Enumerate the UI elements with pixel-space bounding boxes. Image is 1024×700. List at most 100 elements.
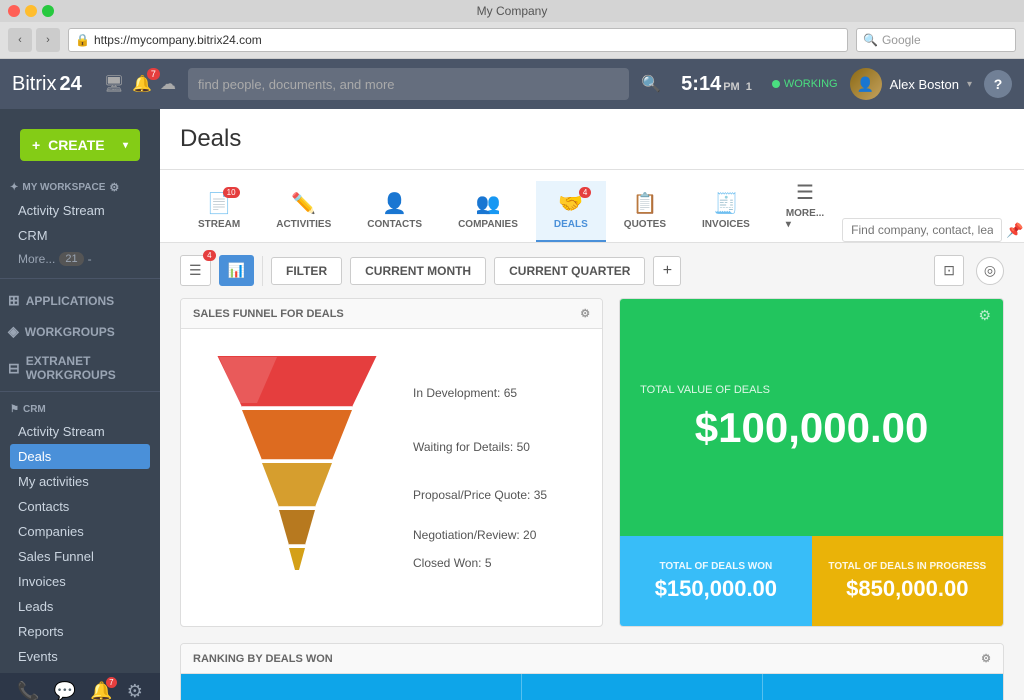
funnel-label-0: In Development: 65 [413, 386, 586, 400]
deals-inprogress-panel: TOTAL OF DEALS IN PROGRESS $850,000.00 [812, 536, 1003, 626]
applications-icon: ⊞ [8, 292, 20, 309]
global-search-icon[interactable]: 🔍 [641, 74, 661, 94]
total-value-panel: TOTAL VALUE OF DEALS $100,000.00 ⚙ TOTAL… [619, 298, 1004, 627]
ranking-panel: RANKING BY DEALS WON ⚙ You rank #2 total… [180, 643, 1004, 700]
page-title: Deals [180, 125, 1004, 153]
close-dot[interactable] [8, 5, 20, 17]
sidebar-item-reports[interactable]: Reports [10, 619, 150, 644]
sidebar-more-workspace[interactable]: More... 21 - [10, 248, 150, 270]
ranking-content: You rank #2 total $50,000.00 #1 total $7… [181, 674, 1003, 700]
workspace-gear-icon[interactable]: ⚙ [109, 181, 119, 194]
current-quarter-button[interactable]: CURRENT QUARTER [494, 257, 645, 285]
funnel-svg [197, 345, 397, 605]
add-filter-button[interactable]: + [653, 256, 681, 286]
quotes-icon: 📋 [632, 191, 657, 216]
pin-icon[interactable]: 📌 [1006, 222, 1023, 239]
tab-companies[interactable]: 👥 COMPANIES [440, 181, 536, 242]
funnel-label-4: Closed Won: 5 [413, 556, 586, 570]
logo: Bitrix 24 [12, 73, 82, 96]
sidebar-footer: 📞 💬 🔔7 ⚙ [0, 673, 160, 700]
browser-title: My Company [477, 4, 548, 18]
invoices-icon: 🧾 [713, 191, 738, 216]
tabs-bar: 📄10 STREAM ✏️ ACTIVITIES 👤 CONTACTS 👥 CO… [160, 170, 1024, 243]
companies-icon: 👥 [476, 191, 501, 216]
more-icon: ☰ [796, 180, 814, 205]
top-navbar: Bitrix 24 🖥 🔔7 ☁ 🔍 5:14 PM 1 WORKING 👤 [0, 59, 1024, 109]
maximize-dot[interactable] [42, 5, 54, 17]
total-value-gear-icon[interactable]: ⚙ [978, 307, 991, 324]
tab-quotes[interactable]: 📋 QUOTES [606, 181, 684, 242]
chart-view-button[interactable]: 📊 [219, 255, 254, 286]
sidebar-item-contacts[interactable]: Contacts [10, 494, 150, 519]
browser-search[interactable]: 🔍 Google [856, 28, 1016, 52]
chat-icon[interactable]: 💬 [54, 681, 76, 700]
sidebar: + CREATE ▾ ✦ MY WORKSPACE ⚙ Activity Str… [0, 109, 160, 700]
sidebar-item-leads[interactable]: Leads [10, 594, 150, 619]
rank-3-panel: #3 total $25,000.00 [762, 674, 1003, 700]
sidebar-item-crm-activity[interactable]: Activity Stream [10, 419, 150, 444]
funnel-gear-icon[interactable]: ⚙ [580, 307, 590, 320]
sidebar-item-crm-top[interactable]: CRM [10, 223, 150, 248]
funnel-label-2: Proposal/Price Quote: 35 [413, 488, 586, 502]
sidebar-item-invoices[interactable]: Invoices [10, 569, 150, 594]
ranking-gear-icon[interactable]: ⚙ [981, 652, 991, 665]
tab-deals[interactable]: 🤝4 DEALS [536, 181, 606, 242]
tab-more[interactable]: ☰ MORE... ▾ [768, 170, 842, 242]
dashboard: SALES FUNNEL FOR DEALS ⚙ [160, 298, 1024, 700]
sidebar-workgroups[interactable]: ◈ WORKGROUPS [0, 318, 160, 345]
tab-invoices[interactable]: 🧾 INVOICES [684, 181, 768, 242]
avatar: 👤 [850, 68, 882, 100]
help-button[interactable]: ? [984, 70, 1012, 98]
monitor-icon[interactable]: 🖥 [104, 74, 124, 94]
working-status[interactable]: WORKING [772, 78, 838, 90]
sidebar-item-sales-funnel[interactable]: Sales Funnel [10, 544, 150, 569]
list-view-button[interactable]: ☰4 [180, 255, 211, 286]
minimize-dot[interactable] [25, 5, 37, 17]
rank-1-panel: #1 total $75,000.00 [521, 674, 762, 700]
workspace-section-header: ✦ MY WORKSPACE ⚙ [10, 181, 150, 194]
page-header: Deals [160, 109, 1024, 170]
value-sub-row: TOTAL OF DEALS WON $150,000.00 TOTAL OF … [620, 536, 1003, 626]
extranet-icon: ⊟ [8, 360, 20, 377]
sidebar-item-deals[interactable]: Deals [10, 444, 150, 469]
global-search-input[interactable] [188, 68, 629, 100]
back-button[interactable]: ‹ [8, 28, 32, 52]
tab-activities[interactable]: ✏️ ACTIVITIES [258, 181, 349, 242]
forward-button[interactable]: › [36, 28, 60, 52]
user-profile[interactable]: 👤 Alex Boston ▾ [850, 68, 972, 100]
tab-contacts[interactable]: 👤 CONTACTS [349, 181, 440, 242]
tab-search-input[interactable] [842, 218, 1002, 242]
sidebar-item-events[interactable]: Events [10, 644, 150, 669]
tab-stream[interactable]: 📄10 STREAM [180, 181, 258, 242]
current-month-button[interactable]: CURRENT MONTH [350, 257, 486, 285]
settings-footer-icon[interactable]: ⚙ [127, 681, 143, 700]
funnel-label-1: Waiting for Details: 50 [413, 440, 586, 454]
sidebar-item-activity-stream[interactable]: Activity Stream [10, 198, 150, 223]
filter-bar: ☰4 📊 FILTER CURRENT MONTH CURRENT QUARTE… [160, 243, 1024, 298]
deals-won-panel: TOTAL OF DEALS WON $150,000.00 [620, 536, 811, 626]
crm-section-header: ⚑ CRM [10, 404, 150, 415]
sidebar-extranet[interactable]: ⊟ EXTRANET WORKGROUPS [0, 349, 160, 387]
filter-button[interactable]: FILTER [271, 257, 342, 285]
filter-separator [262, 256, 263, 286]
notification-footer-icon[interactable]: 🔔7 [90, 681, 112, 700]
contacts-icon: 👤 [382, 191, 407, 216]
address-bar[interactable]: 🔒 https://mycompany.bitrix24.com [68, 28, 848, 52]
activities-icon: ✏️ [291, 191, 316, 216]
sidebar-item-my-activities[interactable]: My activities [10, 469, 150, 494]
cloud-icon[interactable]: ☁ [160, 74, 176, 94]
content-area: Deals 📄10 STREAM ✏️ ACTIVITIES 👤 CONTACT… [160, 109, 1024, 700]
phone-icon[interactable]: 📞 [17, 681, 39, 700]
funnel-panel-header: SALES FUNNEL FOR DEALS ⚙ [181, 299, 602, 329]
notification-bell[interactable]: 🔔7 [132, 74, 152, 94]
collapse-button[interactable]: ⊡ [934, 255, 964, 286]
time-display: 5:14 [681, 73, 721, 96]
stream-icon: 📄10 [207, 191, 232, 216]
sidebar-item-companies[interactable]: Companies [10, 519, 150, 544]
tabs-search: 📌 [842, 218, 1023, 242]
deals-icon: 🤝4 [558, 191, 583, 216]
ranking-panel-header: RANKING BY DEALS WON ⚙ [181, 644, 1003, 674]
create-button[interactable]: + CREATE ▾ [20, 129, 140, 161]
sidebar-applications[interactable]: ⊞ APPLICATIONS [0, 287, 160, 314]
options-circle-button[interactable]: ◎ [976, 257, 1004, 285]
